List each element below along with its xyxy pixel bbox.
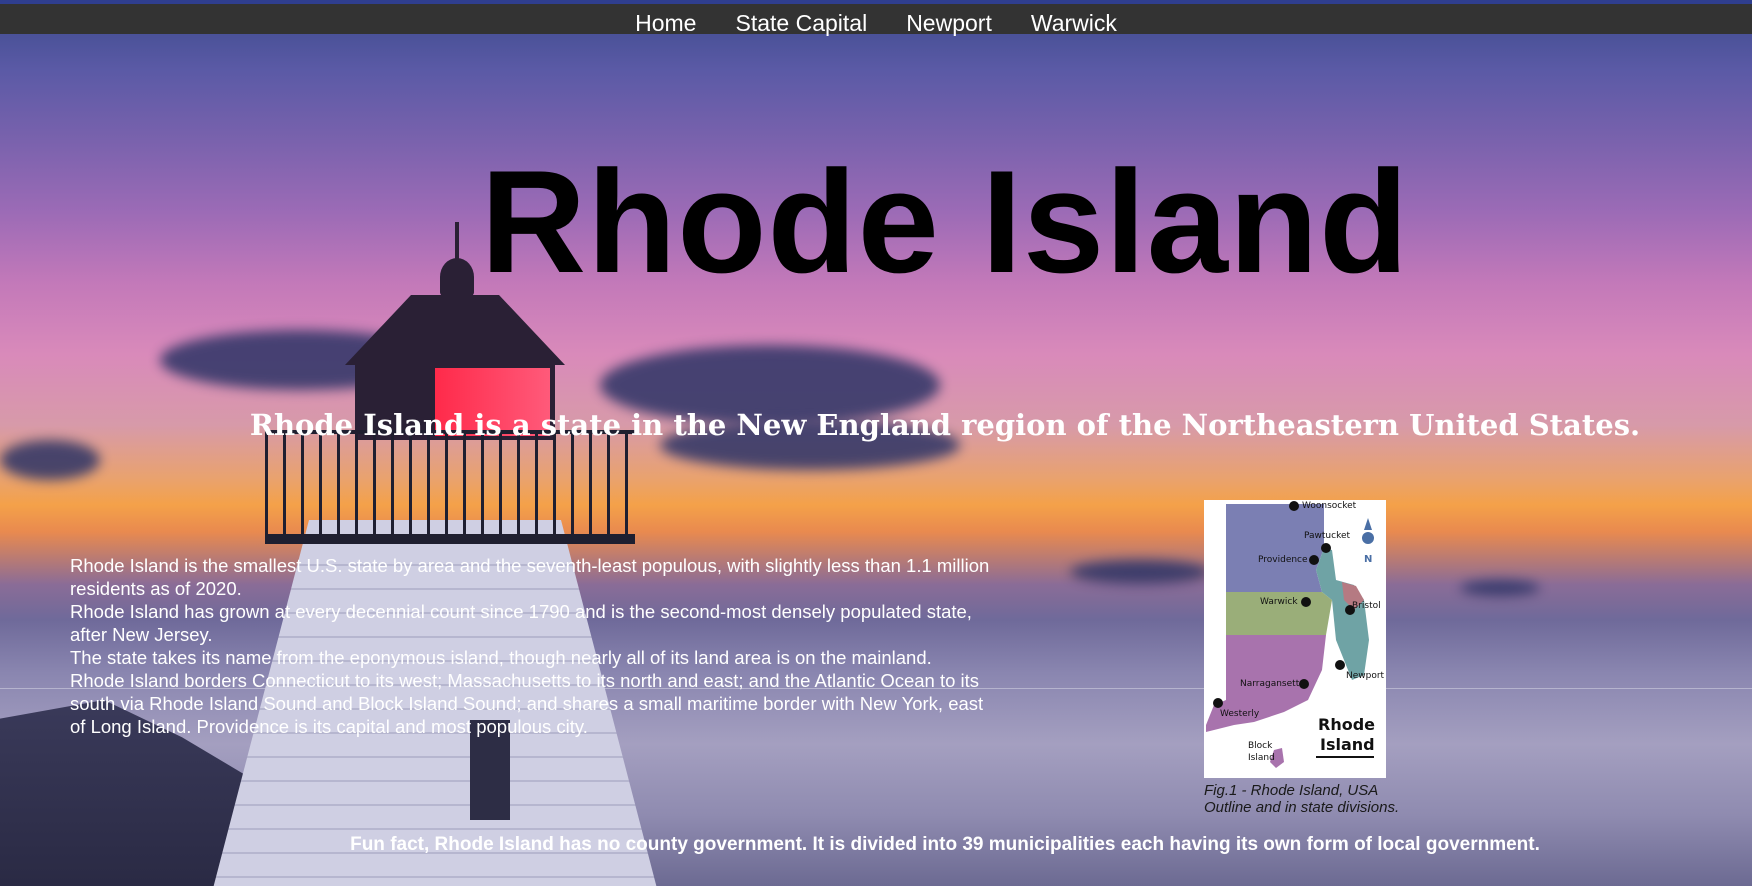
map-label-providence: Providence	[1258, 555, 1308, 565]
lighthouse-gallery-railing	[265, 430, 635, 544]
map-title-underline	[1316, 756, 1374, 758]
city-dot	[1289, 501, 1299, 511]
page-title: Rhode Island	[480, 140, 1410, 303]
nav-warwick[interactable]: Warwick	[1031, 9, 1117, 37]
fun-fact: Fun fact, Rhode Island has no county gov…	[350, 834, 1540, 855]
rhode-island-map-image: N Woonsocket Pawtucket Providence Warwic…	[1206, 501, 1385, 768]
map-region-north	[1226, 504, 1324, 592]
nav-newport[interactable]: Newport	[906, 9, 992, 37]
map-label-woonsocket: Woonsocket	[1302, 501, 1357, 511]
page: Home State Capital Newport Warwick Rhode…	[0, 0, 1752, 886]
description-paragraph: Rhode Island is the smallest U.S. state …	[70, 555, 990, 599]
cloud	[0, 440, 100, 480]
map-caption-line1: Fig.1 - Rhode Island, USA	[1204, 782, 1379, 799]
city-dot	[1321, 543, 1331, 553]
map-label-island: Island	[1248, 753, 1275, 763]
nav-home[interactable]: Home	[635, 9, 696, 37]
cloud	[1070, 560, 1210, 584]
city-dot	[1299, 679, 1309, 689]
map-title-line2: Island	[1320, 735, 1375, 754]
map-label-pawtucket: Pawtucket	[1304, 531, 1351, 541]
map-label-warwick: Warwick	[1260, 597, 1298, 607]
page-subtitle: Rhode Island is a state in the New Engla…	[249, 408, 1641, 442]
compass-label: N	[1364, 554, 1372, 565]
description-paragraph: Rhode Island has grown at every decennia…	[70, 601, 972, 645]
city-dot	[1309, 555, 1319, 565]
map-label-westerly: Westerly	[1220, 709, 1260, 719]
rhode-island-map: N Woonsocket Pawtucket Providence Warwic…	[1204, 500, 1386, 778]
city-dot	[1301, 597, 1311, 607]
map-label-newport: Newport	[1346, 671, 1385, 681]
city-dot	[1335, 660, 1345, 670]
top-nav-bar: Home State Capital Newport Warwick	[0, 0, 1752, 37]
map-caption: Fig.1 - Rhode Island, USA Outline and in…	[1204, 782, 1404, 816]
cloud	[1460, 580, 1540, 596]
map-label-bristol: Bristol	[1352, 601, 1381, 611]
compass-icon	[1362, 532, 1374, 544]
map-title-line1: Rhode	[1318, 715, 1375, 734]
compass-icon	[1364, 518, 1372, 530]
city-dot	[1213, 698, 1223, 708]
nav-state-capital[interactable]: State Capital	[735, 9, 867, 37]
map-caption-line2: Outline and in state divisions.	[1204, 799, 1400, 816]
description: Rhode Island is the smallest U.S. state …	[70, 554, 990, 738]
map-label-block: Block	[1248, 741, 1273, 751]
description-paragraph: The state takes its name from the eponym…	[70, 647, 984, 737]
map-figure: N Woonsocket Pawtucket Providence Warwic…	[1204, 500, 1404, 816]
main-nav: Home State Capital Newport Warwick	[0, 9, 1752, 37]
map-label-narragansett: Narragansett	[1240, 679, 1300, 689]
